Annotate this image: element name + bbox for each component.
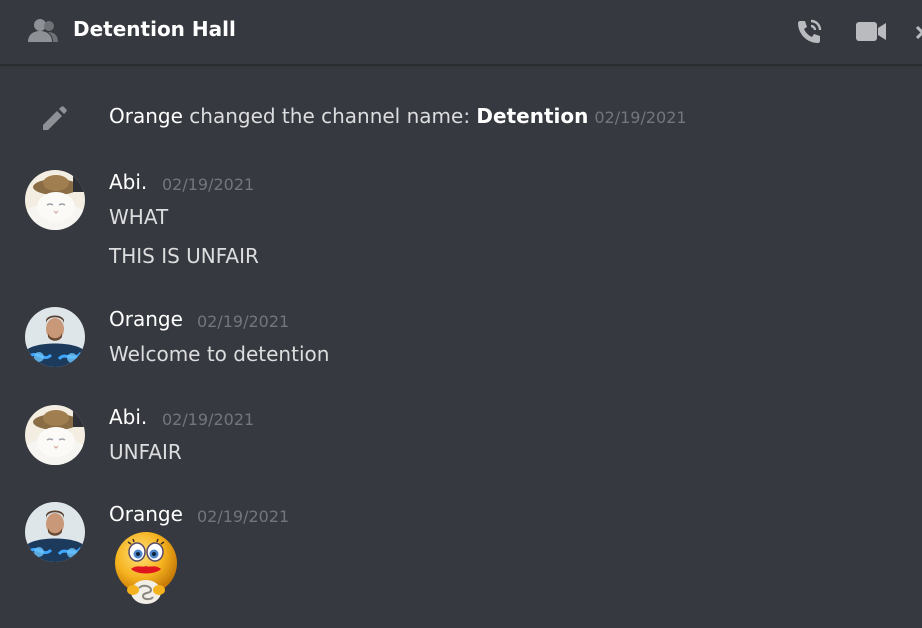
channel-header: Detention Hall [0, 0, 922, 65]
cat-avatar [25, 170, 85, 230]
smiley-emoji-sticker[interactable] [113, 530, 179, 606]
system-message-timestamp: 02/19/2021 [594, 108, 687, 127]
cat-avatar [25, 405, 85, 465]
message-text: Welcome to detention [109, 342, 330, 366]
message-timestamp: 02/19/2021 [162, 175, 255, 194]
system-message-text: Orange changed the channel name: Detenti… [109, 104, 687, 128]
message-timestamp: 02/19/2021 [197, 507, 290, 526]
message-author[interactable]: Abi. [109, 170, 147, 194]
group-icon [28, 18, 58, 44]
avatar[interactable] [25, 307, 85, 367]
message-group: Orange 02/19/2021 Welcome to detention [0, 307, 922, 369]
message-author[interactable]: Orange [109, 307, 183, 331]
channel-title: Detention Hall [73, 17, 236, 41]
message-group: Abi. 02/19/2021 UNFAIR [0, 405, 922, 467]
avatar[interactable] [25, 502, 85, 562]
message-timestamp: 02/19/2021 [197, 312, 290, 331]
message-text: WHAT [109, 205, 169, 229]
video-icon[interactable] [855, 17, 886, 47]
dm-chat-window: Detention Hall Orange changed the channe… [0, 0, 922, 628]
system-message: Orange changed the channel name: Detenti… [0, 98, 922, 138]
pencil-icon [40, 105, 68, 133]
message-timestamp: 02/19/2021 [162, 410, 255, 429]
message-author[interactable]: Abi. [109, 405, 147, 429]
new-channel-name: Detention [476, 104, 589, 128]
message-author[interactable]: Orange [109, 502, 183, 526]
message-group: Abi. 02/19/2021 WHAT THIS IS UNFAIR [0, 170, 922, 270]
system-message-action: changed the channel name: [189, 104, 471, 128]
hero-avatar [25, 307, 85, 367]
more-icon[interactable] [910, 17, 922, 47]
avatar[interactable] [25, 170, 85, 230]
message-text: UNFAIR [109, 440, 182, 464]
message-text: THIS IS UNFAIR [109, 244, 259, 268]
system-message-actor[interactable]: Orange [109, 104, 183, 128]
call-icon[interactable] [794, 17, 824, 47]
message-group: Orange 02/19/2021 [0, 502, 922, 612]
hero-avatar [25, 502, 85, 562]
avatar[interactable] [25, 405, 85, 465]
